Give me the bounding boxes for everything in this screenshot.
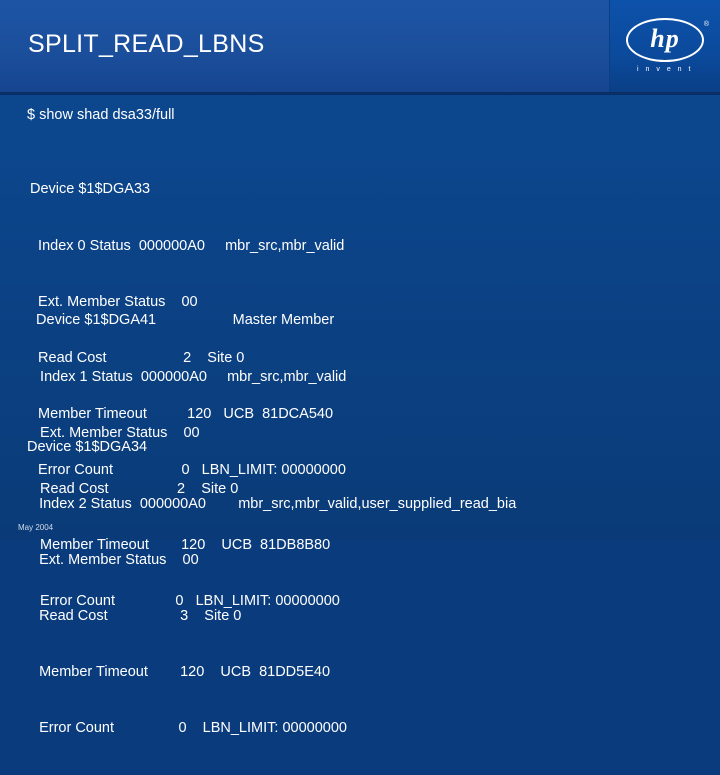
device-line: Device $1$DGA41 Master Member — [32, 312, 335, 329]
device-line: Ext. Member Status 00 — [27, 551, 199, 568]
device-line: Index 1 Status 000000A0 mbr_src,mbr_vali… — [32, 368, 347, 385]
device-line: Index 0 Status 000000A0 mbr_src,mbr_vali… — [30, 237, 345, 254]
hp-tagline: i n v e n t — [637, 66, 693, 73]
hp-logo: hp ® i n v e n t — [609, 0, 720, 92]
device-line: Read Cost 3 Site 0 — [27, 607, 242, 624]
device-dga34-block: Device $1$DGA34 Index 2 Status 000000A0 … — [27, 401, 516, 775]
device-line: Device $1$DGA33 — [30, 181, 151, 198]
hp-wordmark: hp — [650, 24, 680, 53]
device-line: Error Count 0 LBN_LIMIT: 00000000 — [27, 719, 347, 736]
page-title: SPLIT_READ_LBNS — [28, 30, 265, 58]
registered-trademark-icon: ® — [703, 21, 709, 28]
hp-logo-inner: hp ® i n v e n t — [626, 18, 709, 73]
device-line: Index 2 Status 000000A0 mbr_src,mbr_vali… — [27, 495, 517, 512]
header-underline — [0, 92, 720, 95]
command-prompt-line: $ show shad dsa33/full — [27, 107, 175, 123]
device-line: Device $1$DGA34 — [27, 439, 148, 456]
footer-date: May 2004 — [18, 523, 54, 532]
slide: SPLIT_READ_LBNS hp ® i n v e n t $ show … — [0, 0, 720, 736]
hp-logo-oval-icon: hp ® — [626, 18, 709, 62]
device-line: Member Timeout 120 UCB 81DD5E40 — [27, 663, 331, 680]
